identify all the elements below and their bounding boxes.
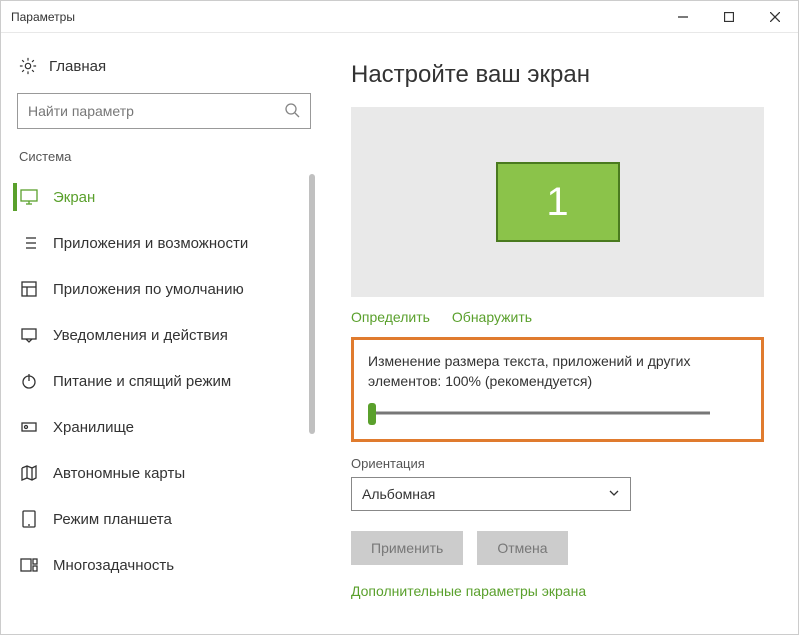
- sidebar-item-label: Экран: [53, 189, 95, 206]
- monitor-thumbnail[interactable]: 1: [496, 162, 620, 242]
- sidebar-item-defaults[interactable]: Приложения по умолчанию: [13, 266, 321, 312]
- gear-icon: [19, 57, 37, 75]
- orientation-dropdown[interactable]: Альбомная: [351, 477, 631, 511]
- sidebar-item-map[interactable]: Автономные карты: [13, 450, 321, 496]
- sidebar-item-label: Питание и спящий режим: [53, 373, 231, 390]
- monitor-number: 1: [546, 180, 568, 225]
- sidebar-item-notify[interactable]: Уведомления и действия: [13, 312, 321, 358]
- sidebar-item-label: Режим планшета: [53, 511, 172, 528]
- notify-icon: [19, 325, 39, 345]
- power-icon: [19, 371, 39, 391]
- slider-thumb[interactable]: [368, 403, 376, 425]
- main-content: Настройте ваш экран 1 Определить Обнаруж…: [321, 33, 798, 634]
- monitor-icon: [19, 187, 39, 207]
- orientation-value: Альбомная: [362, 486, 435, 502]
- sidebar-item-label: Уведомления и действия: [53, 327, 228, 344]
- slider-track: [376, 412, 710, 415]
- sidebar-item-label: Автономные карты: [53, 465, 185, 482]
- detect-link[interactable]: Обнаружить: [452, 309, 532, 325]
- active-indicator: [13, 183, 17, 211]
- chevron-down-icon: [608, 486, 620, 502]
- display-preview: 1: [351, 107, 764, 297]
- sidebar-item-power[interactable]: Питание и спящий режим: [13, 358, 321, 404]
- storage-icon: [19, 417, 39, 437]
- nav-list: Экран Приложения и возможности Приложения …: [13, 174, 321, 634]
- maximize-button[interactable]: [706, 1, 752, 33]
- advanced-display-link[interactable]: Дополнительные параметры экрана: [351, 583, 764, 599]
- search-input[interactable]: [28, 103, 284, 119]
- minimize-button[interactable]: [660, 1, 706, 33]
- page-title: Настройте ваш экран: [351, 61, 764, 89]
- close-button[interactable]: [752, 1, 798, 33]
- sidebar-item-tablet[interactable]: Режим планшета: [13, 496, 321, 542]
- sidebar-item-label: Приложения по умолчанию: [53, 281, 244, 298]
- multitask-icon: [19, 555, 39, 575]
- search-icon: [284, 102, 300, 121]
- sidebar-scrollbar[interactable]: [309, 174, 315, 634]
- window-title: Параметры: [11, 10, 660, 24]
- sidebar-item-storage[interactable]: Хранилище: [13, 404, 321, 450]
- sidebar-item-monitor[interactable]: Экран: [13, 174, 321, 220]
- sidebar: Главная Система Экран Приложения и возмож…: [1, 33, 321, 634]
- map-icon: [19, 463, 39, 483]
- list-icon: [19, 233, 39, 253]
- titlebar: Параметры: [1, 1, 798, 33]
- tablet-icon: [19, 509, 39, 529]
- sidebar-item-multitask[interactable]: Многозадачность: [13, 542, 321, 588]
- home-label: Главная: [49, 58, 106, 75]
- apply-button[interactable]: Применить: [351, 531, 463, 565]
- sidebar-item-list[interactable]: Приложения и возможности: [13, 220, 321, 266]
- defaults-icon: [19, 279, 39, 299]
- sidebar-item-label: Приложения и возможности: [53, 235, 248, 252]
- cancel-button[interactable]: Отмена: [477, 531, 567, 565]
- identify-link[interactable]: Определить: [351, 309, 430, 325]
- scale-section-highlighted: Изменение размера текста, приложений и д…: [351, 337, 764, 442]
- search-box[interactable]: [17, 93, 311, 129]
- scale-label: Изменение размера текста, приложений и д…: [368, 352, 747, 391]
- orientation-label: Ориентация: [351, 456, 764, 471]
- home-button[interactable]: Главная: [13, 51, 321, 89]
- scrollbar-thumb[interactable]: [309, 174, 315, 434]
- section-header: Система: [13, 145, 321, 174]
- sidebar-item-label: Многозадачность: [53, 557, 174, 574]
- sidebar-item-label: Хранилище: [53, 419, 134, 436]
- scale-slider[interactable]: [368, 403, 718, 423]
